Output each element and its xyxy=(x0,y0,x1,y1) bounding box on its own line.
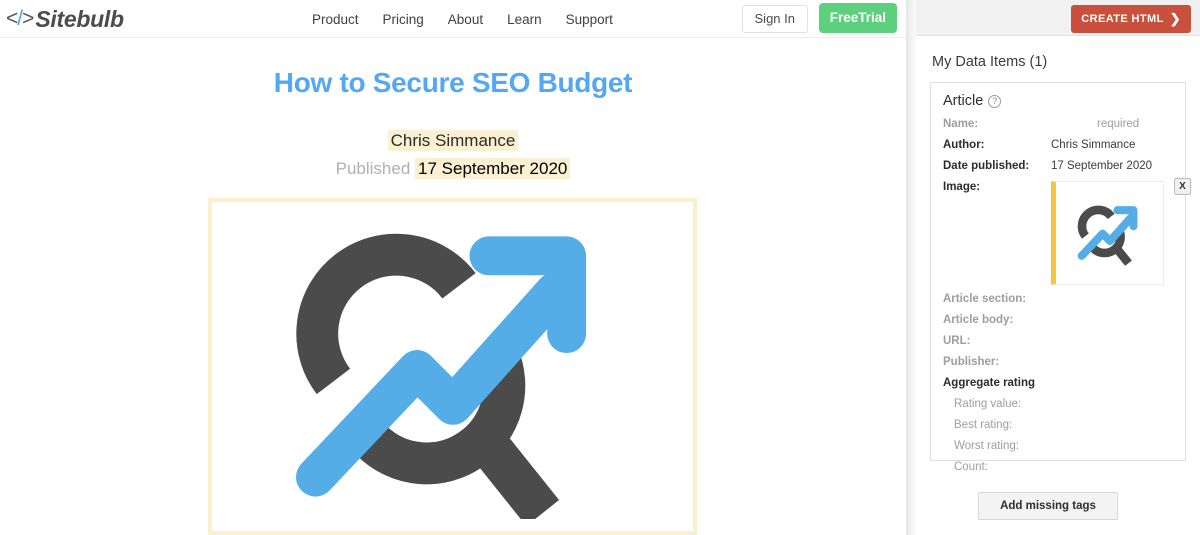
screenshot-root: </> Sitebulb Product Pricing About Learn… xyxy=(0,0,1200,535)
published-label: Published xyxy=(335,159,411,178)
field-value-name: required xyxy=(1097,118,1140,130)
chevron-right-icon: ❯ xyxy=(1169,11,1181,26)
sign-in-button[interactable]: Sign In xyxy=(741,5,808,33)
field-label-url: URL: xyxy=(943,335,971,347)
field-row-url: URL: xyxy=(943,335,1173,356)
field-row-author: Author: Chris Simmance xyxy=(943,139,1173,160)
field-value-author: Chris Simmance xyxy=(1051,139,1136,151)
remove-image-button[interactable]: X xyxy=(1174,178,1191,195)
create-html-button[interactable]: CREATE HTML ❯ xyxy=(1071,5,1191,33)
published-date: 17 September 2020 xyxy=(415,158,571,179)
create-html-label: CREATE HTML xyxy=(1081,13,1164,25)
hero-image-frame xyxy=(208,198,697,535)
field-row-best-rating: Best rating: xyxy=(943,419,1173,440)
field-row-article-body: Article body: xyxy=(943,314,1173,335)
card-title: Article xyxy=(943,93,984,109)
field-row-worst-rating: Worst rating: xyxy=(943,440,1173,461)
field-label-image: Image: xyxy=(943,181,981,193)
field-group-aggregate-rating: Aggregate rating xyxy=(943,377,1036,389)
field-label-name: Name: xyxy=(943,118,979,130)
sitebulb-logo[interactable]: </> Sitebulb xyxy=(6,4,124,34)
field-label-worst-rating: Worst rating: xyxy=(954,440,1019,452)
field-label-count: Count: xyxy=(954,461,988,473)
field-label-author: Author: xyxy=(943,139,985,151)
field-row-image: Image: X xyxy=(943,178,1191,293)
site-header: </> Sitebulb Product Pricing About Learn… xyxy=(0,0,906,38)
article-data-card: Article ? Name: required Author: Chris S… xyxy=(930,82,1191,473)
panel-heading: My Data Items (1) xyxy=(932,54,1048,70)
nav-item-about[interactable]: About xyxy=(448,12,483,27)
field-value-date-published: 17 September 2020 xyxy=(1051,160,1153,172)
field-label-article-body: Article body: xyxy=(943,314,1014,326)
field-label-date-published: Date published: xyxy=(943,160,1030,172)
field-row-publisher: Publisher: xyxy=(943,356,1173,377)
field-label-rating-value: Rating value: xyxy=(954,398,1022,410)
main-navigation: Product Pricing About Learn Support xyxy=(312,0,613,38)
structured-data-panel: CREATE HTML ❯ My Data Items (1) Article … xyxy=(916,0,1200,535)
article-content: How to Secure SEO Budget Chris Simmance … xyxy=(0,38,906,182)
field-row-name: Name: required xyxy=(943,118,1173,139)
nav-item-pricing[interactable]: Pricing xyxy=(383,12,424,27)
byline: Chris Simmance xyxy=(0,128,906,154)
page-title: How to Secure SEO Budget xyxy=(273,67,633,98)
magnifier-trend-arrow-icon xyxy=(295,233,586,519)
author-name: Chris Simmance xyxy=(387,130,519,151)
nav-item-learn[interactable]: Learn xyxy=(507,12,542,27)
field-label-best-rating: Best rating: xyxy=(954,419,1013,431)
field-row-rating-value: Rating value: xyxy=(943,398,1173,419)
logo-text: Sitebulb xyxy=(35,5,124,32)
magnifier-trend-arrow-icon-thumb xyxy=(1077,205,1137,266)
code-brackets-icon: </> xyxy=(6,7,34,30)
add-missing-tags-button[interactable]: Add missing tags xyxy=(978,492,1118,520)
field-label-publisher: Publisher: xyxy=(943,356,1000,368)
image-thumbnail[interactable]: X xyxy=(1051,178,1191,285)
field-row-count: Count: xyxy=(943,461,1173,482)
nav-item-support[interactable]: Support xyxy=(566,12,613,27)
question-mark-icon[interactable]: ? xyxy=(988,94,1002,108)
field-row-article-section: Article section: xyxy=(943,293,1173,314)
card-title-row: Article ? xyxy=(943,93,1173,109)
free-trial-button[interactable]: FreeTrial xyxy=(818,3,897,33)
pane-divider xyxy=(906,0,916,535)
hero-image xyxy=(212,202,693,531)
panel-toolbar: CREATE HTML ❯ xyxy=(916,0,1200,36)
webpage-preview-pane: </> Sitebulb Product Pricing About Learn… xyxy=(0,0,906,535)
field-label-article-section: Article section: xyxy=(943,293,1027,305)
nav-item-product[interactable]: Product xyxy=(312,12,359,27)
published-line: Published 17 September 2020 xyxy=(0,156,906,182)
field-row-date-published: Date published: 17 September 2020 xyxy=(943,160,1173,181)
